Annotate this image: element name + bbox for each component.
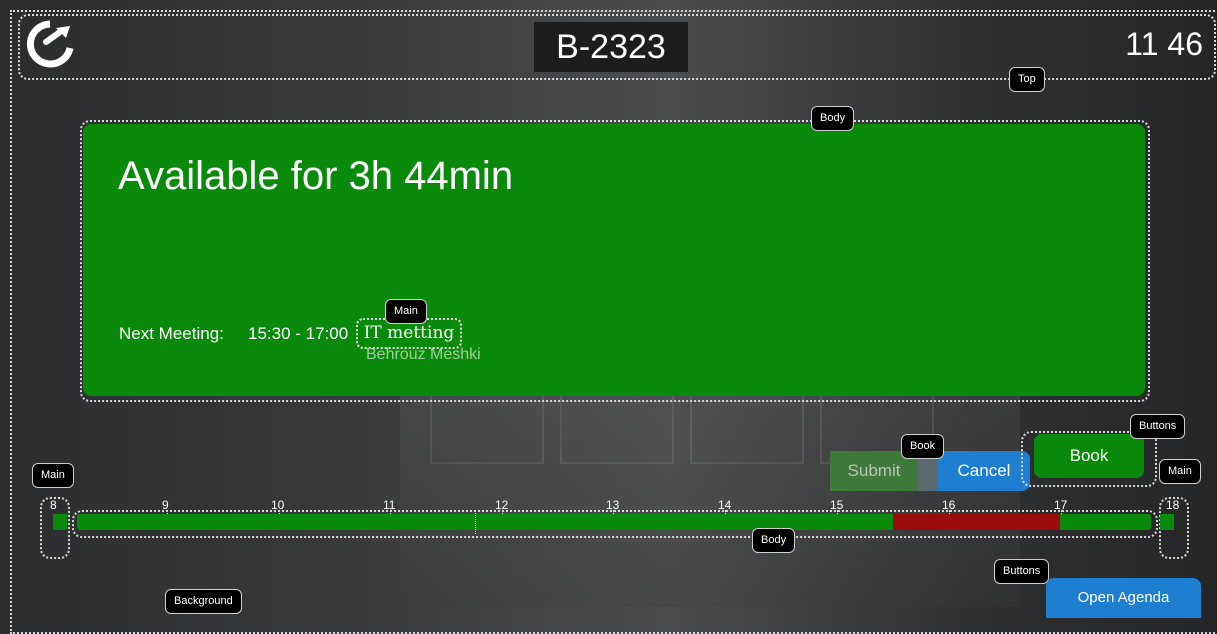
timeline-end-segment: [1160, 514, 1174, 530]
hour-tick: [837, 510, 838, 514]
current-time-indicator: [475, 510, 476, 534]
hour-label: 18: [1166, 498, 1180, 512]
hour-tick: [279, 510, 280, 514]
timeline-region-outline: [72, 510, 1158, 538]
hour-label: 8: [50, 498, 57, 512]
layout-tag-body: Body: [811, 106, 855, 131]
next-meeting-time: 15:30 - 17:00: [248, 324, 349, 343]
availability-title: Available for 3h 44min: [118, 154, 514, 198]
open-agenda-button[interactable]: Open Agenda: [1046, 578, 1201, 618]
layout-tag-main: Main: [1159, 459, 1201, 484]
layout-tag-top: Top: [1009, 67, 1045, 92]
meeting-organizer: Behrouz Meshki: [366, 346, 481, 363]
hour-tick: [1061, 510, 1062, 514]
layout-tag-buttons: Buttons: [1130, 414, 1186, 439]
cancel-button[interactable]: Cancel: [938, 451, 1030, 491]
hour-tick: [949, 510, 950, 514]
layout-tag-buttons: Buttons: [994, 559, 1050, 584]
layout-tag-main: Main: [385, 299, 427, 324]
hour-tick: [725, 510, 726, 514]
calendar-clock-logo-icon: [26, 20, 74, 68]
layout-tag-body: Body: [752, 528, 796, 553]
next-meeting-label: Next Meeting:: [119, 324, 224, 343]
hour-tick: [613, 510, 614, 514]
layout-tag-book: Book: [901, 434, 945, 459]
layout-tag-background: Background: [165, 589, 242, 614]
layout-tag-main: Main: [32, 463, 74, 488]
hour-tick: [390, 510, 391, 514]
book-button[interactable]: Book: [1034, 434, 1144, 478]
timeline-start-segment: [53, 514, 67, 530]
hour-label: 10: [271, 498, 285, 512]
room-name: B-2323: [534, 22, 688, 72]
clock-display: 11 46: [1125, 26, 1203, 62]
hour-tick: [167, 510, 168, 514]
hour-tick: [502, 510, 503, 514]
